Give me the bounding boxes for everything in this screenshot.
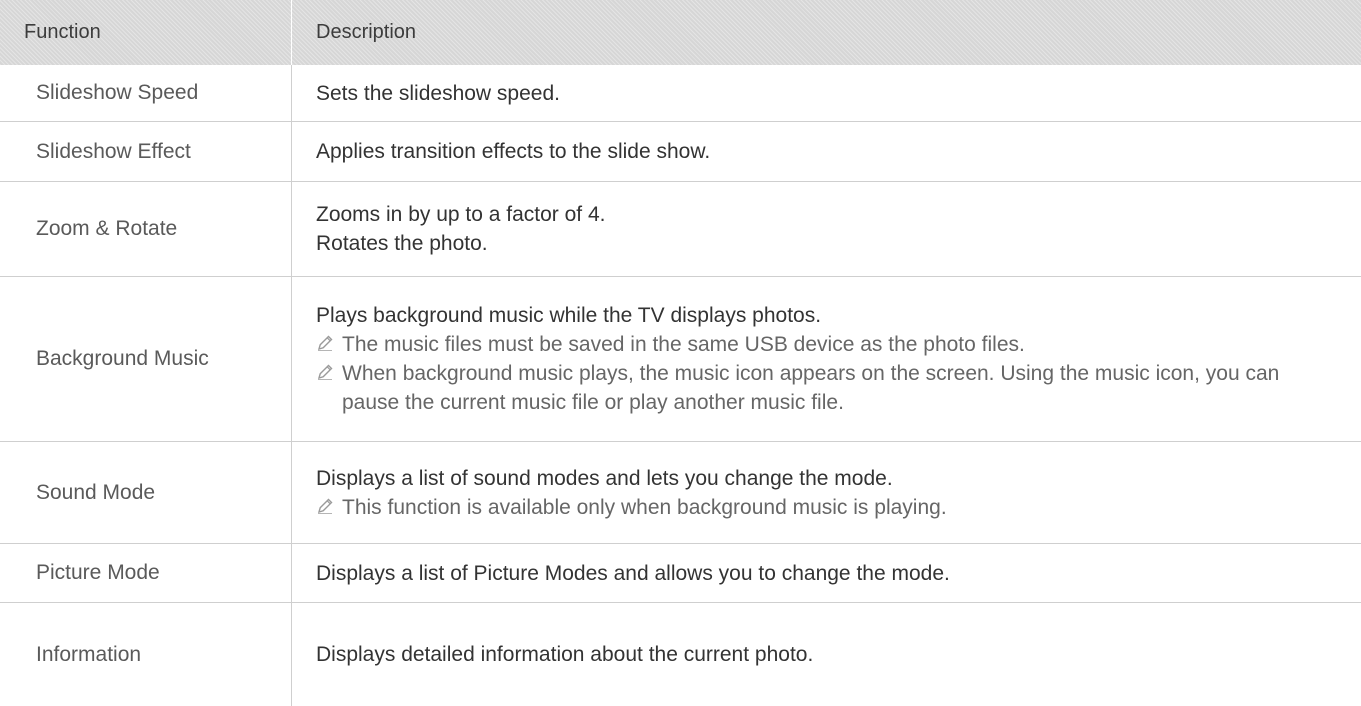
function-cell: Slideshow Speed <box>0 65 292 121</box>
description-cell: Displays a list of sound modes and lets … <box>292 442 1361 543</box>
description-line: Displays a list of Picture Modes and all… <box>316 561 950 585</box>
table-row: Slideshow Speed Sets the slideshow speed… <box>0 65 1361 122</box>
pencil-icon <box>317 498 333 514</box>
table-row: Background Music Plays background music … <box>0 277 1361 442</box>
description-line: Plays background music while the TV disp… <box>316 304 822 327</box>
description-line: Displays detailed information about the … <box>316 643 814 666</box>
table-header: Function Description <box>0 0 1361 65</box>
description-line: Sets the slideshow speed. <box>316 81 560 105</box>
function-cell: Slideshow Effect <box>0 122 292 181</box>
table-row: Slideshow Effect Applies transition effe… <box>0 122 1361 182</box>
description-cell: Zooms in by up to a factor of 4. Rotates… <box>292 182 1361 276</box>
description-line: Rotates the photo. <box>316 232 488 255</box>
note-text: This function is available only when bac… <box>342 495 947 519</box>
note: The music files must be saved in the sam… <box>316 330 1025 359</box>
function-cell: Zoom & Rotate <box>0 182 292 276</box>
function-cell: Picture Mode <box>0 544 292 602</box>
table-row: Picture Mode Displays a list of Picture … <box>0 544 1361 603</box>
description-cell: Applies transition effects to the slide … <box>292 122 1361 181</box>
table-row: Zoom & Rotate Zooms in by up to a factor… <box>0 182 1361 277</box>
function-table: Function Description Slideshow Speed Set… <box>0 0 1361 706</box>
description-line: Applies transition effects to the slide … <box>316 140 711 163</box>
function-cell: Sound Mode <box>0 442 292 543</box>
description-cell: Plays background music while the TV disp… <box>292 277 1361 441</box>
header-function: Function <box>0 0 292 65</box>
pencil-icon <box>317 335 333 351</box>
table-row: Sound Mode Displays a list of sound mode… <box>0 442 1361 544</box>
description-cell: Displays detailed information about the … <box>292 603 1361 706</box>
function-cell: Information <box>0 603 292 706</box>
function-cell: Background Music <box>0 277 292 441</box>
description-cell: Displays a list of Picture Modes and all… <box>292 544 1361 602</box>
note: This function is available only when bac… <box>316 493 947 522</box>
description-line: Displays a list of sound modes and lets … <box>316 466 893 490</box>
description-cell: Sets the slideshow speed. <box>292 65 1361 121</box>
pencil-icon <box>317 364 333 380</box>
note-text: When background music plays, the music i… <box>342 362 1280 414</box>
note-text: The music files must be saved in the sam… <box>342 333 1025 356</box>
table-row: Information Displays detailed informatio… <box>0 603 1361 706</box>
note: When background music plays, the music i… <box>316 359 1337 417</box>
header-description: Description <box>316 21 417 43</box>
description-line: Zooms in by up to a factor of 4. <box>316 203 606 226</box>
